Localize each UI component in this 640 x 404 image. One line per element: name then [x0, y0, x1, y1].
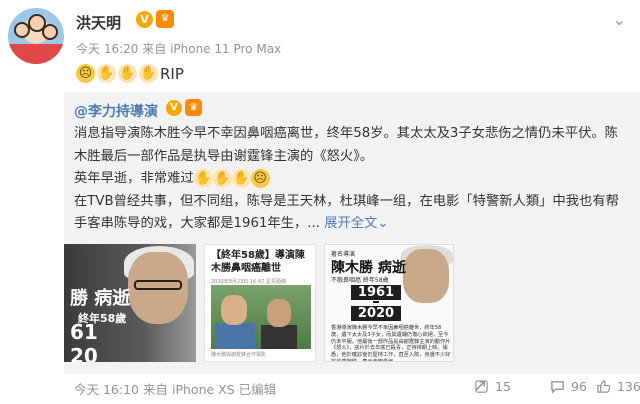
pray-icon: ✋ — [231, 169, 251, 188]
repost-image[interactable]: 著名導演 陳木勝 病逝 不敵鼻咽癌 終年58歲 1961 2020 香港導演陳木… — [324, 244, 454, 362]
comment-count: 96 — [571, 379, 587, 394]
avatar[interactable] — [8, 8, 64, 64]
repost-card[interactable]: @李力持導演 V ♛ 消息指导演陈木胜今早不幸因鼻咽癌离世，终年58岁。其太太及… — [64, 92, 640, 374]
portrait-glasses — [134, 280, 182, 290]
like-button[interactable]: 136 — [596, 379, 640, 394]
pray-icon: ✋ — [97, 64, 116, 83]
repost-meta: 今天 16:10 来自 iPhone XS 已编辑 — [74, 379, 276, 398]
pray-icon: ✋ — [139, 64, 158, 83]
author-name[interactable]: 洪天明 — [76, 12, 121, 33]
image-headline: 【終年58歲】導演陳木勝鼻咽癌離世 — [211, 250, 305, 274]
image-years: 61 20 — [70, 320, 98, 362]
avatar-face — [42, 24, 58, 40]
pray-icon: ✋ — [193, 169, 213, 188]
year-dash — [373, 301, 379, 303]
image-caption: 陳木勝與謝霆鋒合作電影 — [211, 352, 267, 358]
comment-icon — [551, 381, 564, 394]
pray-icon: ✋ — [118, 64, 137, 83]
person-face — [267, 299, 291, 327]
image-title: 勝 病逝 — [70, 288, 131, 309]
person-shirt — [261, 325, 297, 349]
image-body-text: 香港導演陳木勝今早不幸因鼻咽癌離世，終年58歲，遺下太太及3子女，而其遺孀仍傷心… — [331, 325, 451, 362]
repost-count: 15 — [495, 379, 511, 394]
image-date: 2020年8月23日 16:47 星島頭條 — [211, 279, 286, 285]
post-text: ☹ ✋ ✋ ✋ RIP — [76, 64, 184, 83]
portrait-face — [403, 249, 449, 303]
image-subtitle: 不敵鼻咽癌 終年58歲 — [331, 277, 389, 284]
post-meta: 今天 16:20 来自 iPhone 11 Pro Max — [76, 40, 281, 57]
repost-image[interactable]: 勝 病逝 終年58歲 61 20 — [64, 244, 196, 362]
repost-line: 在TVB曾经共事，但不同组，陈导是王天林，杜琪峰一组，在电影「特警新人類」中我也… — [74, 193, 619, 209]
repost-time: 今天 16:10 — [74, 382, 139, 397]
verified-v-icon: V — [166, 100, 182, 116]
repost-line: 手客串陈导的戏，大家都是1961年生，... 展开全文⌄ — [74, 213, 636, 236]
year-to: 2020 — [351, 306, 401, 321]
image-photo — [211, 285, 311, 349]
crying-face-icon: ☹ — [250, 169, 270, 188]
repost-line-text: 英年早逝，非常难过 — [74, 171, 194, 186]
post-source-prefix: 来自 — [142, 42, 167, 56]
comment-button[interactable]: 96 — [550, 379, 587, 394]
person-shirt — [215, 323, 255, 349]
member-badge-icon: ♛ — [185, 99, 202, 116]
repost-line: 英年早逝，非常难过✋ ✋ ✋ ☹ — [74, 168, 636, 191]
repost-line: 消息指导演陈木胜今早不幸因鼻咽癌离世，终年58岁。其太太及3子女悲伤之情仍未平伏… — [74, 126, 618, 141]
sad-face-icon: ☹ — [76, 64, 95, 83]
repost-image[interactable]: 【終年58歲】導演陳木勝鼻咽癌離世 2020年8月23日 16:47 星島頭條 … — [204, 244, 316, 362]
chevron-down-icon[interactable]: ⌄ — [613, 10, 626, 29]
post-footer: 今天 16:10 来自 iPhone XS 已编辑 15 96 136 — [64, 376, 640, 400]
avatar-shirt — [8, 44, 64, 64]
repost-source[interactable]: iPhone XS — [172, 382, 235, 397]
pray-icon: ✋ — [212, 169, 232, 188]
repost-text: 消息指导演陈木胜今早不幸因鼻咽癌离世，终年58岁。其太太及3子女悲伤之情仍未平伏… — [74, 123, 636, 236]
person-face — [221, 295, 247, 325]
repost-author[interactable]: @李力持導演 — [74, 101, 158, 121]
repost-icon — [475, 380, 488, 393]
edited-label[interactable]: 已编辑 — [239, 382, 277, 397]
post-body-text: RIP — [160, 64, 184, 83]
chevron-down-icon[interactable]: ⌄ — [377, 216, 388, 231]
thumbs-up-icon — [597, 380, 611, 393]
repost-line: 木胜最后一部作品是执导由谢霆锋主演的《怒火》。 — [74, 148, 374, 164]
image-headline: 陳木勝 病逝 — [331, 260, 406, 276]
repost-button[interactable]: 15 — [474, 379, 511, 394]
verified-v-icon: V — [136, 11, 153, 28]
post-time: 今天 16:20 — [76, 42, 139, 56]
expand-full-text-link[interactable]: 展开全文 — [324, 216, 377, 231]
post-source[interactable]: iPhone 11 Pro Max — [170, 42, 281, 56]
member-badge-icon: ♛ — [156, 10, 174, 28]
repost-source-prefix: 来自 — [142, 382, 168, 397]
year-from: 1961 — [351, 285, 401, 300]
repost-line-text: 手客串陈导的戏，大家都是1961年生，... — [74, 216, 320, 231]
like-count: 136 — [617, 379, 640, 394]
